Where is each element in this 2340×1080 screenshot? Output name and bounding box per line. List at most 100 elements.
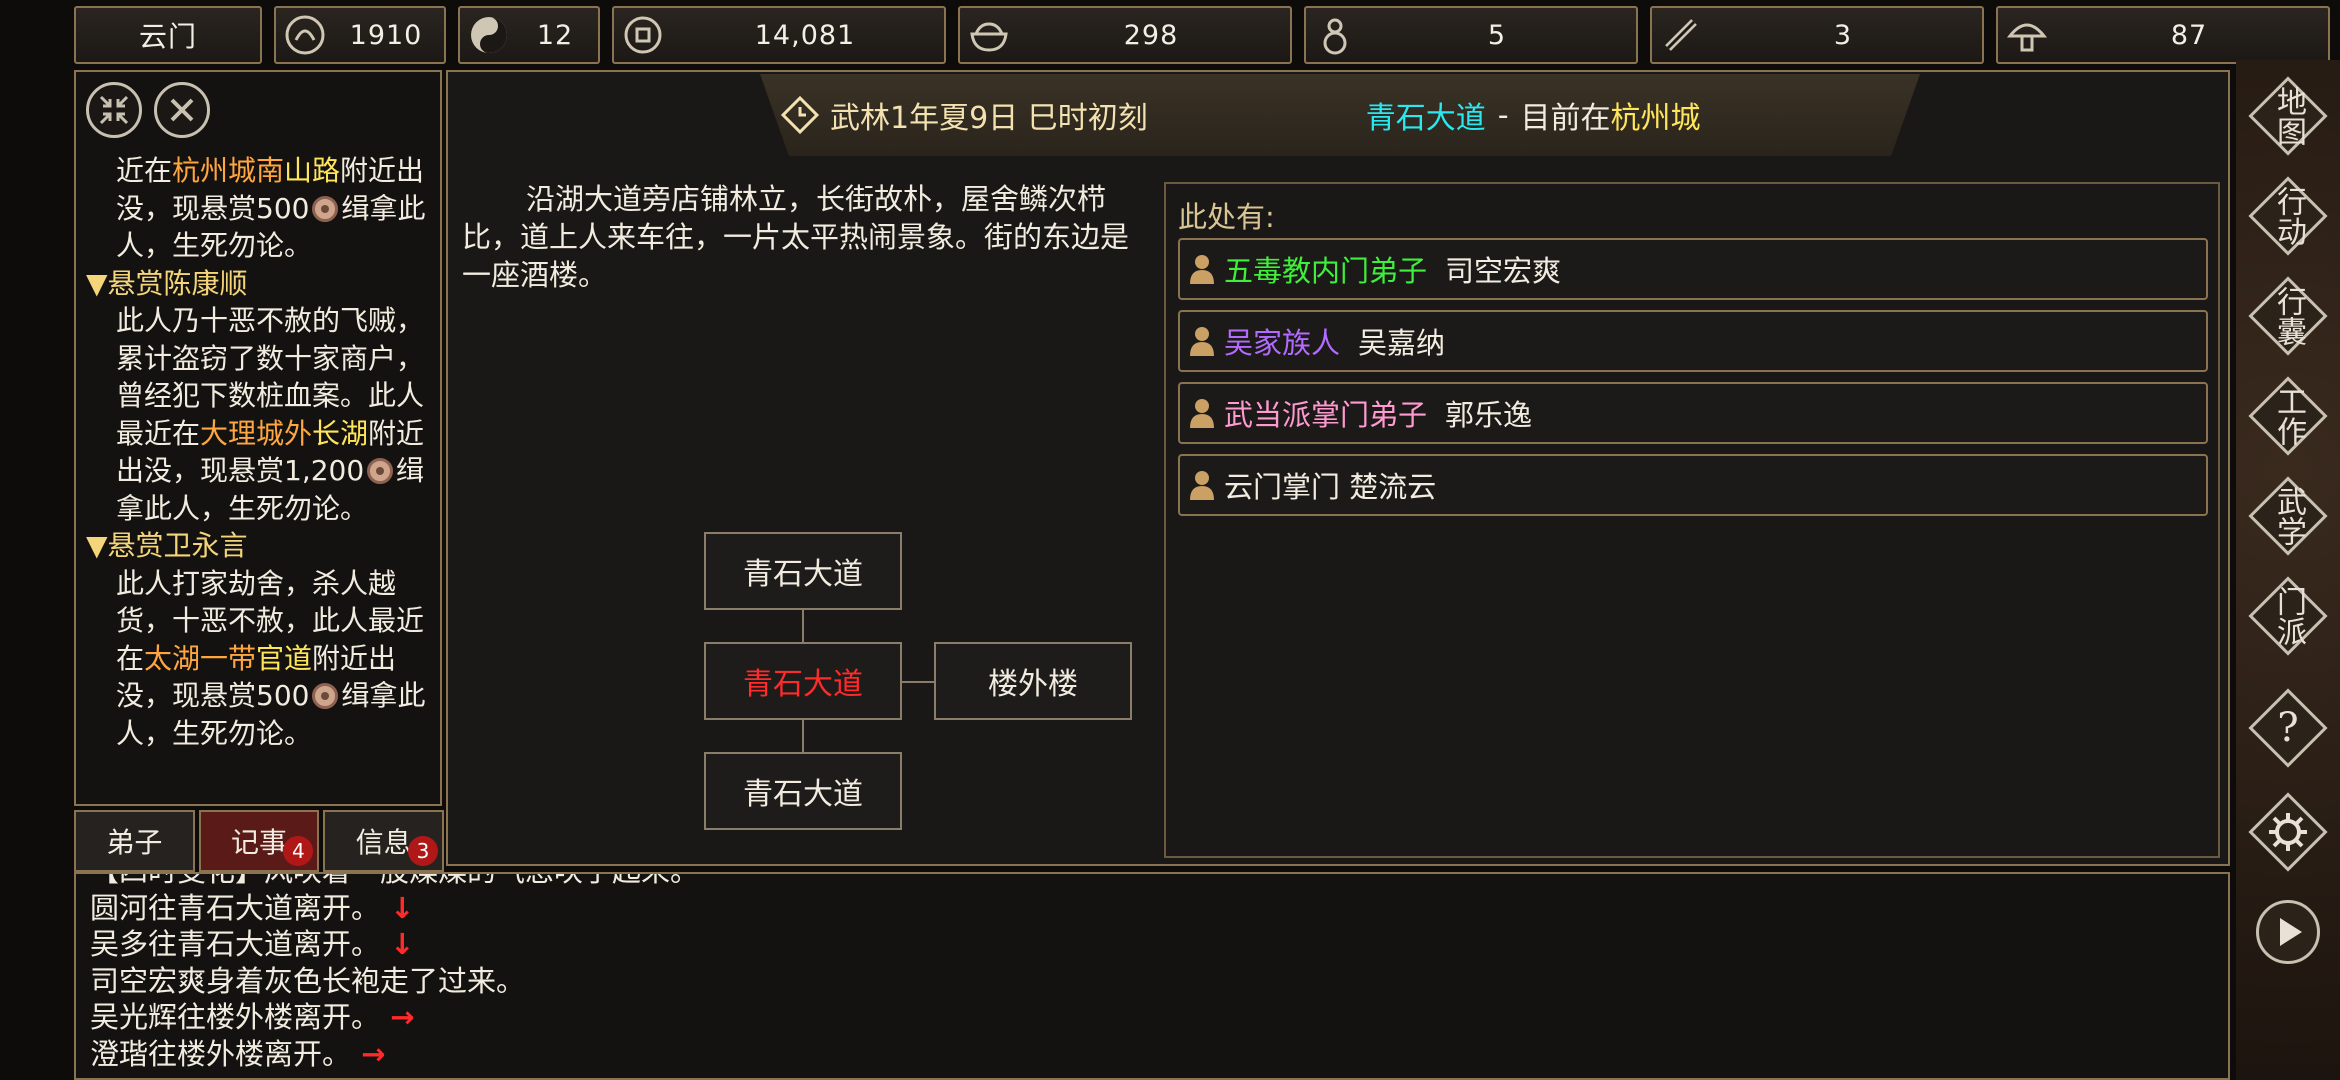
people-here-title: 此处有: (1178, 200, 1275, 234)
menu-map-label: 地图 (2271, 86, 2306, 146)
play-button[interactable] (2246, 890, 2330, 974)
people-here-panel: 此处有: 五毒教内门弟子 司空宏爽 吴家族人 吴嘉纳 武当派掌门弟子 郭乐逸 云门掌门 楚流… (1164, 182, 2220, 858)
menu-action-button[interactable]: 行动 (2246, 174, 2330, 258)
log-text: 圆河往青石大道离开。 (90, 890, 381, 925)
message-log[interactable]: 【四时变化】风吹着一股燥燥的气息吹了起来。圆河往青石大道离开。 ↓吴多往青石大道… (74, 872, 2230, 1080)
quest-location-highlight: 山路 (284, 154, 341, 187)
menu-action-label: 行动 (2271, 186, 2306, 246)
quest-location-highlight: 长湖 (312, 416, 369, 450)
coin-icon (367, 458, 394, 484)
tab-messages-label: 信息 (355, 826, 412, 859)
help-icon: ? (2277, 705, 2299, 751)
current-city: 杭州城 (1610, 101, 1701, 136)
quest-title[interactable]: ▼悬赏卫永言 (86, 527, 434, 565)
menu-martial-button[interactable]: 武学 (2246, 474, 2330, 558)
stat-food[interactable]: 298 (958, 6, 1292, 64)
npc-name: 司空宏爽 (1445, 254, 1562, 288)
person-icon (1190, 471, 1214, 500)
close-icon (170, 98, 194, 122)
map-path-south (802, 720, 804, 752)
header-dash: - (1497, 97, 1509, 133)
quest-item[interactable]: ▼悬赏卫永言 此人打家劫舍，杀人越货，十恶不赦，此人最近在太湖一带官道附近出没，现… (86, 527, 434, 752)
quest-panel: 近在杭州城南山路附近出没，现悬赏500 缉拿此人，生死勿论。 ▼悬赏陈康顺 此人乃十恶… (74, 70, 442, 806)
npc-row[interactable]: 吴家族人 吴嘉纳 (1178, 310, 2208, 372)
gear-icon (2269, 813, 2307, 851)
direction-arrow-icon: ↓ (380, 890, 415, 925)
help-button[interactable]: ? (2246, 686, 2330, 770)
log-text: 吴光辉往楼外楼离开。 (90, 1000, 381, 1034)
npc-name: 吴嘉纳 (1358, 326, 1446, 360)
npc-name: 云门掌门 楚流云 (1224, 470, 1437, 504)
stat-reputation[interactable]: 1910 (274, 6, 446, 64)
tab-disciples-label: 弟子 (106, 826, 163, 859)
npc-row[interactable]: 云门掌门 楚流云 (1178, 454, 2208, 516)
quest-location-highlight: 大理城外 (200, 416, 313, 450)
quest-location-highlight: 太湖一带 (144, 641, 257, 675)
direction-arrow-icon: → (351, 1036, 386, 1071)
quest-item[interactable]: 近在杭州城南山路附近出没，现悬赏500 缉拿此人，生死勿论。 (86, 152, 434, 265)
log-text: 【四时变化】风吹着一股燥燥的气息吹了起来。 (90, 874, 699, 888)
log-line: 圆河往青石大道离开。 ↓ (90, 890, 699, 927)
game-screen: 云门 1910 12 14,081 298 5 3 87 近在杭州城南山路附近出… (0, 0, 2340, 1080)
quest-text: 近在 (116, 154, 173, 187)
gourd-value: 5 (1487, 19, 1507, 51)
sect-name-box[interactable]: 云门 (74, 6, 262, 64)
person-icon (1190, 327, 1214, 356)
play-icon (2280, 918, 2302, 946)
quest-list[interactable]: 近在杭州城南山路附近出没，现悬赏500 缉拿此人，生死勿论。 ▼悬赏陈康顺 此人乃十恶… (86, 152, 434, 752)
npc-name: 郭乐逸 (1445, 398, 1533, 432)
menu-work-label: 工作 (2271, 386, 2306, 446)
stat-yinyang[interactable]: 12 (458, 6, 600, 64)
menu-martial-label: 武学 (2271, 486, 2306, 546)
menu-bag-button[interactable]: 行囊 (2246, 274, 2330, 358)
menu-map-button[interactable]: 地图 (2246, 74, 2330, 158)
money-value: 14,081 (754, 19, 856, 51)
food-bowl-icon (970, 22, 1008, 52)
top-status-bar: 云门 1910 12 14,081 298 5 3 87 (74, 6, 2330, 64)
log-text: 司空宏爽身着灰色长袍走了过来。 (90, 963, 526, 998)
quest-title[interactable]: ▼悬赏陈康顺 (86, 265, 434, 303)
yin-yang-icon (471, 17, 507, 53)
map-room-north[interactable]: 青石大道 (704, 532, 902, 610)
reputation-icon (285, 15, 325, 55)
collapse-button[interactable] (86, 82, 142, 138)
coin-icon (312, 683, 339, 709)
stat-gourd[interactable]: 5 (1304, 6, 1638, 64)
quest-item[interactable]: ▼悬赏陈康顺 此人乃十恶不赦的飞贼，累计盗窃了数十家商户，曾经犯下数桩血案。此人最… (86, 265, 434, 528)
sect-name: 云门 (138, 20, 197, 53)
map-room-south[interactable]: 青石大道 (704, 752, 902, 830)
notes-count-badge: 4 (283, 836, 314, 866)
npc-row[interactable]: 五毒教内门弟子 司空宏爽 (1178, 238, 2208, 300)
quest-description: 此人乃十恶不赦的飞贼，累计盗窃了数十家商户，曾经犯下数桩血案。此人最近在大理城外… (86, 302, 434, 527)
log-line: 吴光辉往楼外楼离开。 → (90, 999, 699, 1036)
tab-disciples[interactable]: 弟子 (74, 810, 195, 872)
quest-description: 此人打家劫舍，杀人越货，十恶不赦，此人最近在太湖一带官道附近出没，现悬赏500 缉… (86, 565, 434, 753)
menu-sect-button[interactable]: 门派 (2246, 574, 2330, 658)
tab-notes[interactable]: 记事 4 (198, 810, 320, 872)
current-place: 青石大道 (1365, 101, 1486, 136)
stat-money[interactable]: 14,081 (612, 6, 946, 64)
direction-arrow-icon: → (380, 1000, 415, 1034)
settings-button[interactable] (2246, 790, 2330, 874)
quest-description: 近在杭州城南山路附近出没，现悬赏500 缉拿此人，生死勿论。 (86, 152, 434, 265)
scroll-value: 3 (1833, 19, 1853, 51)
copper-coin-icon (624, 16, 662, 54)
tab-messages[interactable]: 信息 3 (323, 810, 445, 872)
quest-location-highlight: 杭州城南 (172, 154, 285, 187)
collapse-icon (99, 95, 129, 125)
npc-faction: 五毒教内门弟子 (1224, 254, 1428, 288)
location-description: 沿湖大道旁店铺林立，长街故朴，屋舍鳞次栉比，道上人来车往，一片太平热闹景象。街的… (462, 182, 1130, 292)
log-line: 司空宏爽身着灰色长袍走了过来。 (90, 963, 699, 1000)
menu-work-button[interactable]: 工作 (2246, 374, 2330, 458)
npc-row[interactable]: 武当派掌门弟子 郭乐逸 (1178, 382, 2208, 444)
stat-scroll[interactable]: 3 (1650, 6, 1984, 64)
stat-herb[interactable]: 87 (1996, 6, 2330, 64)
menu-sect-label: 门派 (2271, 586, 2306, 646)
quest-location-highlight: 官道 (256, 641, 313, 675)
close-button[interactable] (154, 82, 210, 138)
side-menu: 地图 行动 行囊 工作 武学 门派 ? (2236, 60, 2340, 1080)
map-room-east[interactable]: 楼外楼 (934, 642, 1132, 720)
map-room-current[interactable]: 青石大道 (704, 642, 902, 720)
tab-notes-label: 记事 (231, 826, 288, 859)
log-text: 吴多往青石大道离开。 (90, 927, 381, 961)
